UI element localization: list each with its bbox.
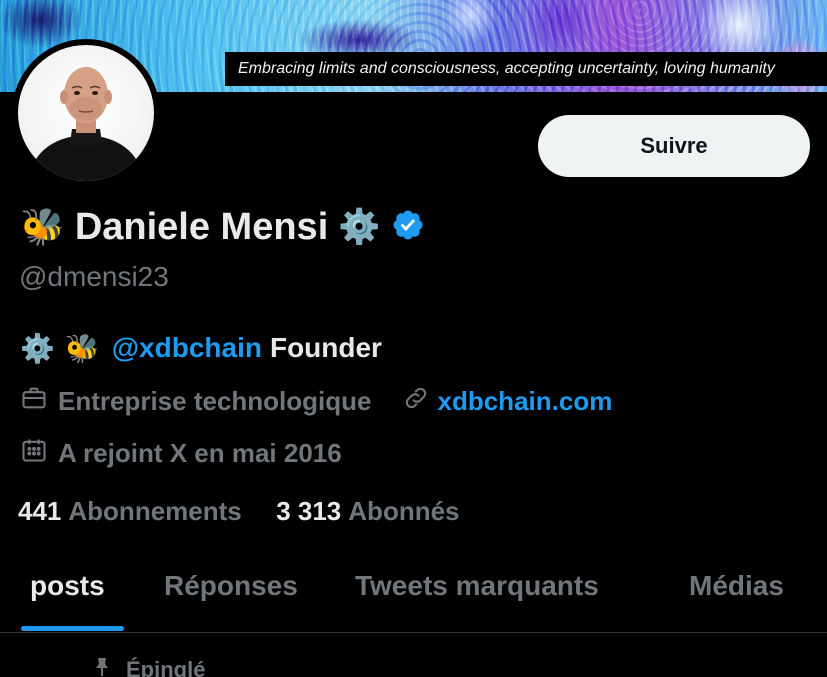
tabs-divider [0,632,827,633]
briefcase-icon [20,384,48,419]
bio-bee-emoji: 🐝 [64,332,100,364]
profile-joined-date: A rejoint X en mai 2016 [58,438,342,468]
profile-tabs: posts Réponses Tweets marquants Médias [0,560,827,632]
display-name: Daniele Mensi [74,205,329,248]
link-icon [402,384,430,419]
bio-gear-emoji: ⚙️ [20,332,55,364]
profile-meta-row: Entreprise technologique xdbchain.com [20,384,612,419]
avatar-photo [18,45,154,181]
bee-emoji: 🐝 [20,206,65,247]
following-link[interactable]: 441 Abonnements [18,496,249,526]
pinned-indicator: Épinglé [90,655,205,677]
tab-replies[interactable]: Réponses [164,570,298,602]
verified-badge-icon[interactable] [391,208,425,247]
banner-caption: Embracing limits and consciousness, acce… [225,52,827,86]
profile-category: Entreprise technologique [58,386,372,416]
active-tab-indicator [21,626,124,631]
bio-text: Founder [269,332,382,363]
followers-label: Abonnés [348,496,460,526]
following-label: Abonnements [68,496,242,526]
followers-count: 3 313 [276,496,342,526]
profile-name-row: 🐝 Daniele Mensi ⚙️ [20,200,425,254]
followers-link[interactable]: 3 313 Abonnés [276,496,459,526]
bio-mention-link[interactable]: @xdbchain [112,332,262,364]
profile-bio: ⚙️ 🐝 @xdbchain Founder [20,326,382,370]
profile-stats: 441 Abonnements 3 313 Abonnés [18,496,460,527]
calendar-icon [20,436,48,471]
avatar[interactable] [12,39,160,187]
tab-highlights[interactable]: Tweets marquants [355,570,599,602]
follow-button[interactable]: Suivre [538,115,810,177]
pinned-label: Épinglé [126,657,206,677]
profile-joined-row: A rejoint X en mai 2016 [20,436,342,471]
following-count: 441 [18,496,62,526]
tab-posts[interactable]: posts [30,570,105,602]
tab-media[interactable]: Médias [689,570,784,602]
gear-emoji: ⚙️ [338,208,381,246]
profile-handle: @dmensi23 [19,261,169,292]
pin-icon [90,655,114,677]
profile-website-link[interactable]: xdbchain.com [438,386,613,417]
